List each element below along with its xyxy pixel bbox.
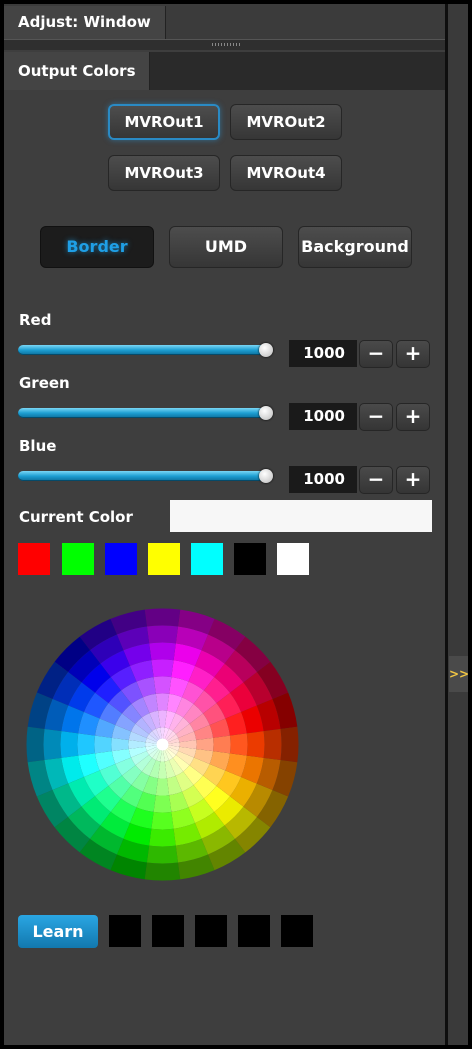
color-wheel-cell[interactable] xyxy=(60,731,79,758)
mode-button-border[interactable]: Border xyxy=(40,226,154,268)
red-slider[interactable] xyxy=(18,345,266,355)
red-value-field[interactable]: 1000 xyxy=(289,340,357,367)
mode-button-background[interactable]: Background xyxy=(298,226,412,268)
current-color-label: Current Color xyxy=(19,508,133,526)
side-collapse-panel xyxy=(448,4,468,1045)
color-wheel-cell[interactable] xyxy=(229,733,248,756)
red-label: Red xyxy=(19,311,52,329)
output-button-mvrout3[interactable]: MVROut3 xyxy=(108,155,220,191)
resize-grip[interactable] xyxy=(212,43,242,46)
red-increment-button[interactable]: + xyxy=(396,340,430,368)
color-wheel-cell[interactable] xyxy=(263,728,282,761)
green-slider[interactable] xyxy=(18,408,266,418)
preset-swatch-white[interactable] xyxy=(277,543,309,575)
green-label: Green xyxy=(19,374,70,392)
green-decrement-button[interactable]: − xyxy=(359,403,393,431)
color-wheel-cell[interactable] xyxy=(246,731,265,758)
color-wheel-cell[interactable] xyxy=(155,693,170,711)
tab-output-colors[interactable]: Output Colors xyxy=(4,52,150,90)
blue-label: Blue xyxy=(19,437,57,455)
window-title-tab[interactable]: Adjust: Window xyxy=(4,6,166,39)
preset-swatch-red[interactable] xyxy=(18,543,50,575)
color-wheel-cell[interactable] xyxy=(153,676,172,694)
color-wheel-cell[interactable] xyxy=(153,795,172,813)
learn-button[interactable]: Learn xyxy=(18,915,98,948)
blue-increment-button[interactable]: + xyxy=(396,466,430,494)
expand-panel-button[interactable]: >> xyxy=(449,656,469,692)
blue-slider[interactable] xyxy=(18,471,266,481)
color-wheel-cell[interactable] xyxy=(144,608,181,627)
color-wheel-cell[interactable] xyxy=(146,845,179,864)
color-wheel-cell[interactable] xyxy=(196,737,214,752)
color-wheel-cell[interactable] xyxy=(213,735,231,754)
color-wheel-cell[interactable] xyxy=(151,811,174,830)
output-button-mvrout2[interactable]: MVROut2 xyxy=(230,104,342,140)
memory-slot-5[interactable] xyxy=(281,915,313,947)
blue-decrement-button[interactable]: − xyxy=(359,466,393,494)
memory-slot-1[interactable] xyxy=(109,915,141,947)
blue-slider-thumb[interactable] xyxy=(259,469,273,483)
preset-swatch-yellow[interactable] xyxy=(148,543,180,575)
red-decrement-button[interactable]: − xyxy=(359,340,393,368)
color-wheel-cell[interactable] xyxy=(280,726,299,763)
output-button-mvrout4[interactable]: MVROut4 xyxy=(230,155,342,191)
preset-swatch-green[interactable] xyxy=(62,543,94,575)
mode-button-umd[interactable]: UMD xyxy=(169,226,283,268)
color-wheel[interactable] xyxy=(26,608,299,881)
color-wheel-cell[interactable] xyxy=(146,625,179,644)
preset-swatch-black[interactable] xyxy=(234,543,266,575)
preset-swatch-cyan[interactable] xyxy=(191,543,223,575)
green-slider-thumb[interactable] xyxy=(259,406,273,420)
memory-slot-4[interactable] xyxy=(238,915,270,947)
current-color-swatch xyxy=(170,500,432,532)
preset-swatch-blue[interactable] xyxy=(105,543,137,575)
color-wheel-cell[interactable] xyxy=(151,659,174,678)
color-wheel-cell[interactable] xyxy=(77,733,96,756)
color-wheel-cell[interactable] xyxy=(155,778,170,796)
memory-slot-3[interactable] xyxy=(195,915,227,947)
color-wheel-cell[interactable] xyxy=(43,728,62,761)
memory-slot-2[interactable] xyxy=(152,915,184,947)
red-slider-thumb[interactable] xyxy=(259,343,273,357)
color-wheel-cell[interactable] xyxy=(149,642,176,661)
green-increment-button[interactable]: + xyxy=(396,403,430,431)
color-wheel-cell[interactable] xyxy=(144,862,181,881)
green-value-field[interactable]: 1000 xyxy=(289,403,357,430)
output-button-mvrout1[interactable]: MVROut1 xyxy=(108,104,220,140)
color-wheel-cell[interactable] xyxy=(149,828,176,847)
blue-value-field[interactable]: 1000 xyxy=(289,466,357,493)
color-wheel-cell[interactable] xyxy=(111,737,129,752)
color-wheel-cell[interactable] xyxy=(26,726,45,763)
color-wheel-cell[interactable] xyxy=(94,735,112,754)
color-wheel-selector[interactable] xyxy=(156,738,169,751)
